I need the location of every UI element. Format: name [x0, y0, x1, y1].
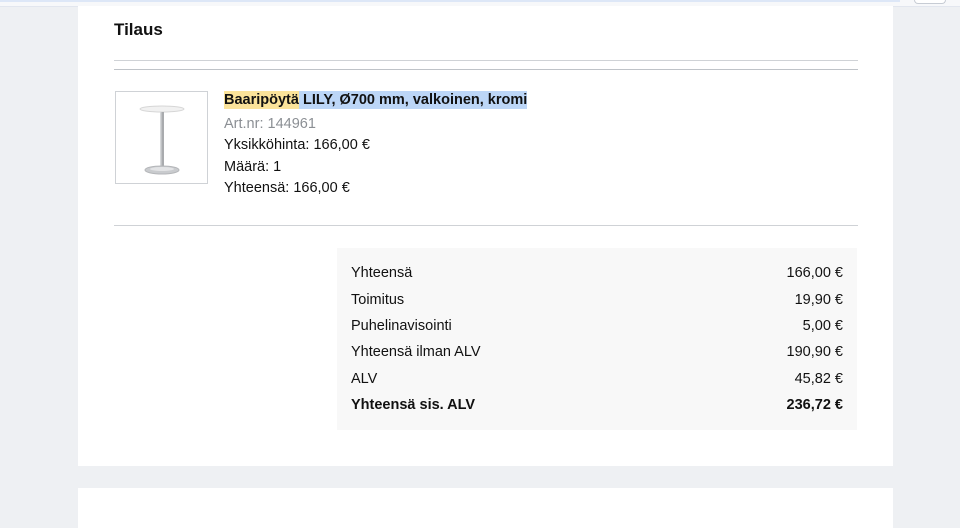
summary-label: Yhteensä ilman ALV: [351, 344, 481, 360]
product-article: Art.nr: 144961: [224, 116, 316, 132]
summary-label: Yhteensä: [351, 265, 413, 281]
summary-label: Yhteensä sis. ALV: [351, 397, 476, 413]
summary-row-phone-notice: Puhelinavisointi 5,00 €: [351, 318, 843, 338]
summary-value: 190,90 €: [786, 344, 843, 360]
summary-row-vat: ALV 45,82 €: [351, 371, 843, 391]
product-unit-price: Yksikköhinta: 166,00 €: [224, 137, 370, 153]
summary-row-shipping: Toimitus 19,90 €: [351, 292, 843, 312]
order-summary: Yhteensä 166,00 € Toimitus 19,90 € Puhel…: [337, 248, 857, 430]
summary-value: 166,00 €: [786, 265, 843, 281]
bar-table-icon: [139, 105, 185, 175]
divider-top: [114, 60, 858, 61]
product-name-part1: Baaripöytä: [224, 91, 299, 109]
next-card: [78, 488, 893, 528]
divider-bottom: [114, 225, 858, 226]
summary-value: 45,82 €: [794, 371, 843, 387]
summary-value: 236,72 €: [786, 397, 843, 413]
product-quantity: Määrä: 1: [224, 159, 282, 175]
order-title: Tilaus: [114, 20, 163, 39]
top-accent-bar: [0, 0, 900, 2]
product-line-total: Yhteensä: 166,00 €: [224, 180, 350, 196]
product-name[interactable]: Baaripöytä LILY, Ø700 mm, valkoinen, kro…: [224, 91, 528, 109]
top-tab-handle[interactable]: [914, 0, 946, 4]
summary-row-subtotal: Yhteensä 166,00 €: [351, 265, 843, 285]
summary-label: Puhelinavisointi: [351, 318, 452, 334]
summary-row-excl-vat: Yhteensä ilman ALV 190,90 €: [351, 344, 843, 364]
summary-label: ALV: [351, 371, 378, 387]
product-name-part2: LILY, Ø700 mm, valkoinen, kromi: [302, 91, 528, 109]
summary-value: 19,90 €: [794, 292, 843, 308]
summary-label: Toimitus: [351, 292, 405, 308]
summary-value: 5,00 €: [802, 318, 843, 334]
product-image[interactable]: [115, 91, 208, 184]
divider-top-second: [114, 69, 858, 70]
order-card: Tilaus Baaripöytä LILY, Ø700 mm, valkoin…: [78, 6, 893, 466]
summary-row-total: Yhteensä sis. ALV 236,72 €: [351, 397, 843, 417]
